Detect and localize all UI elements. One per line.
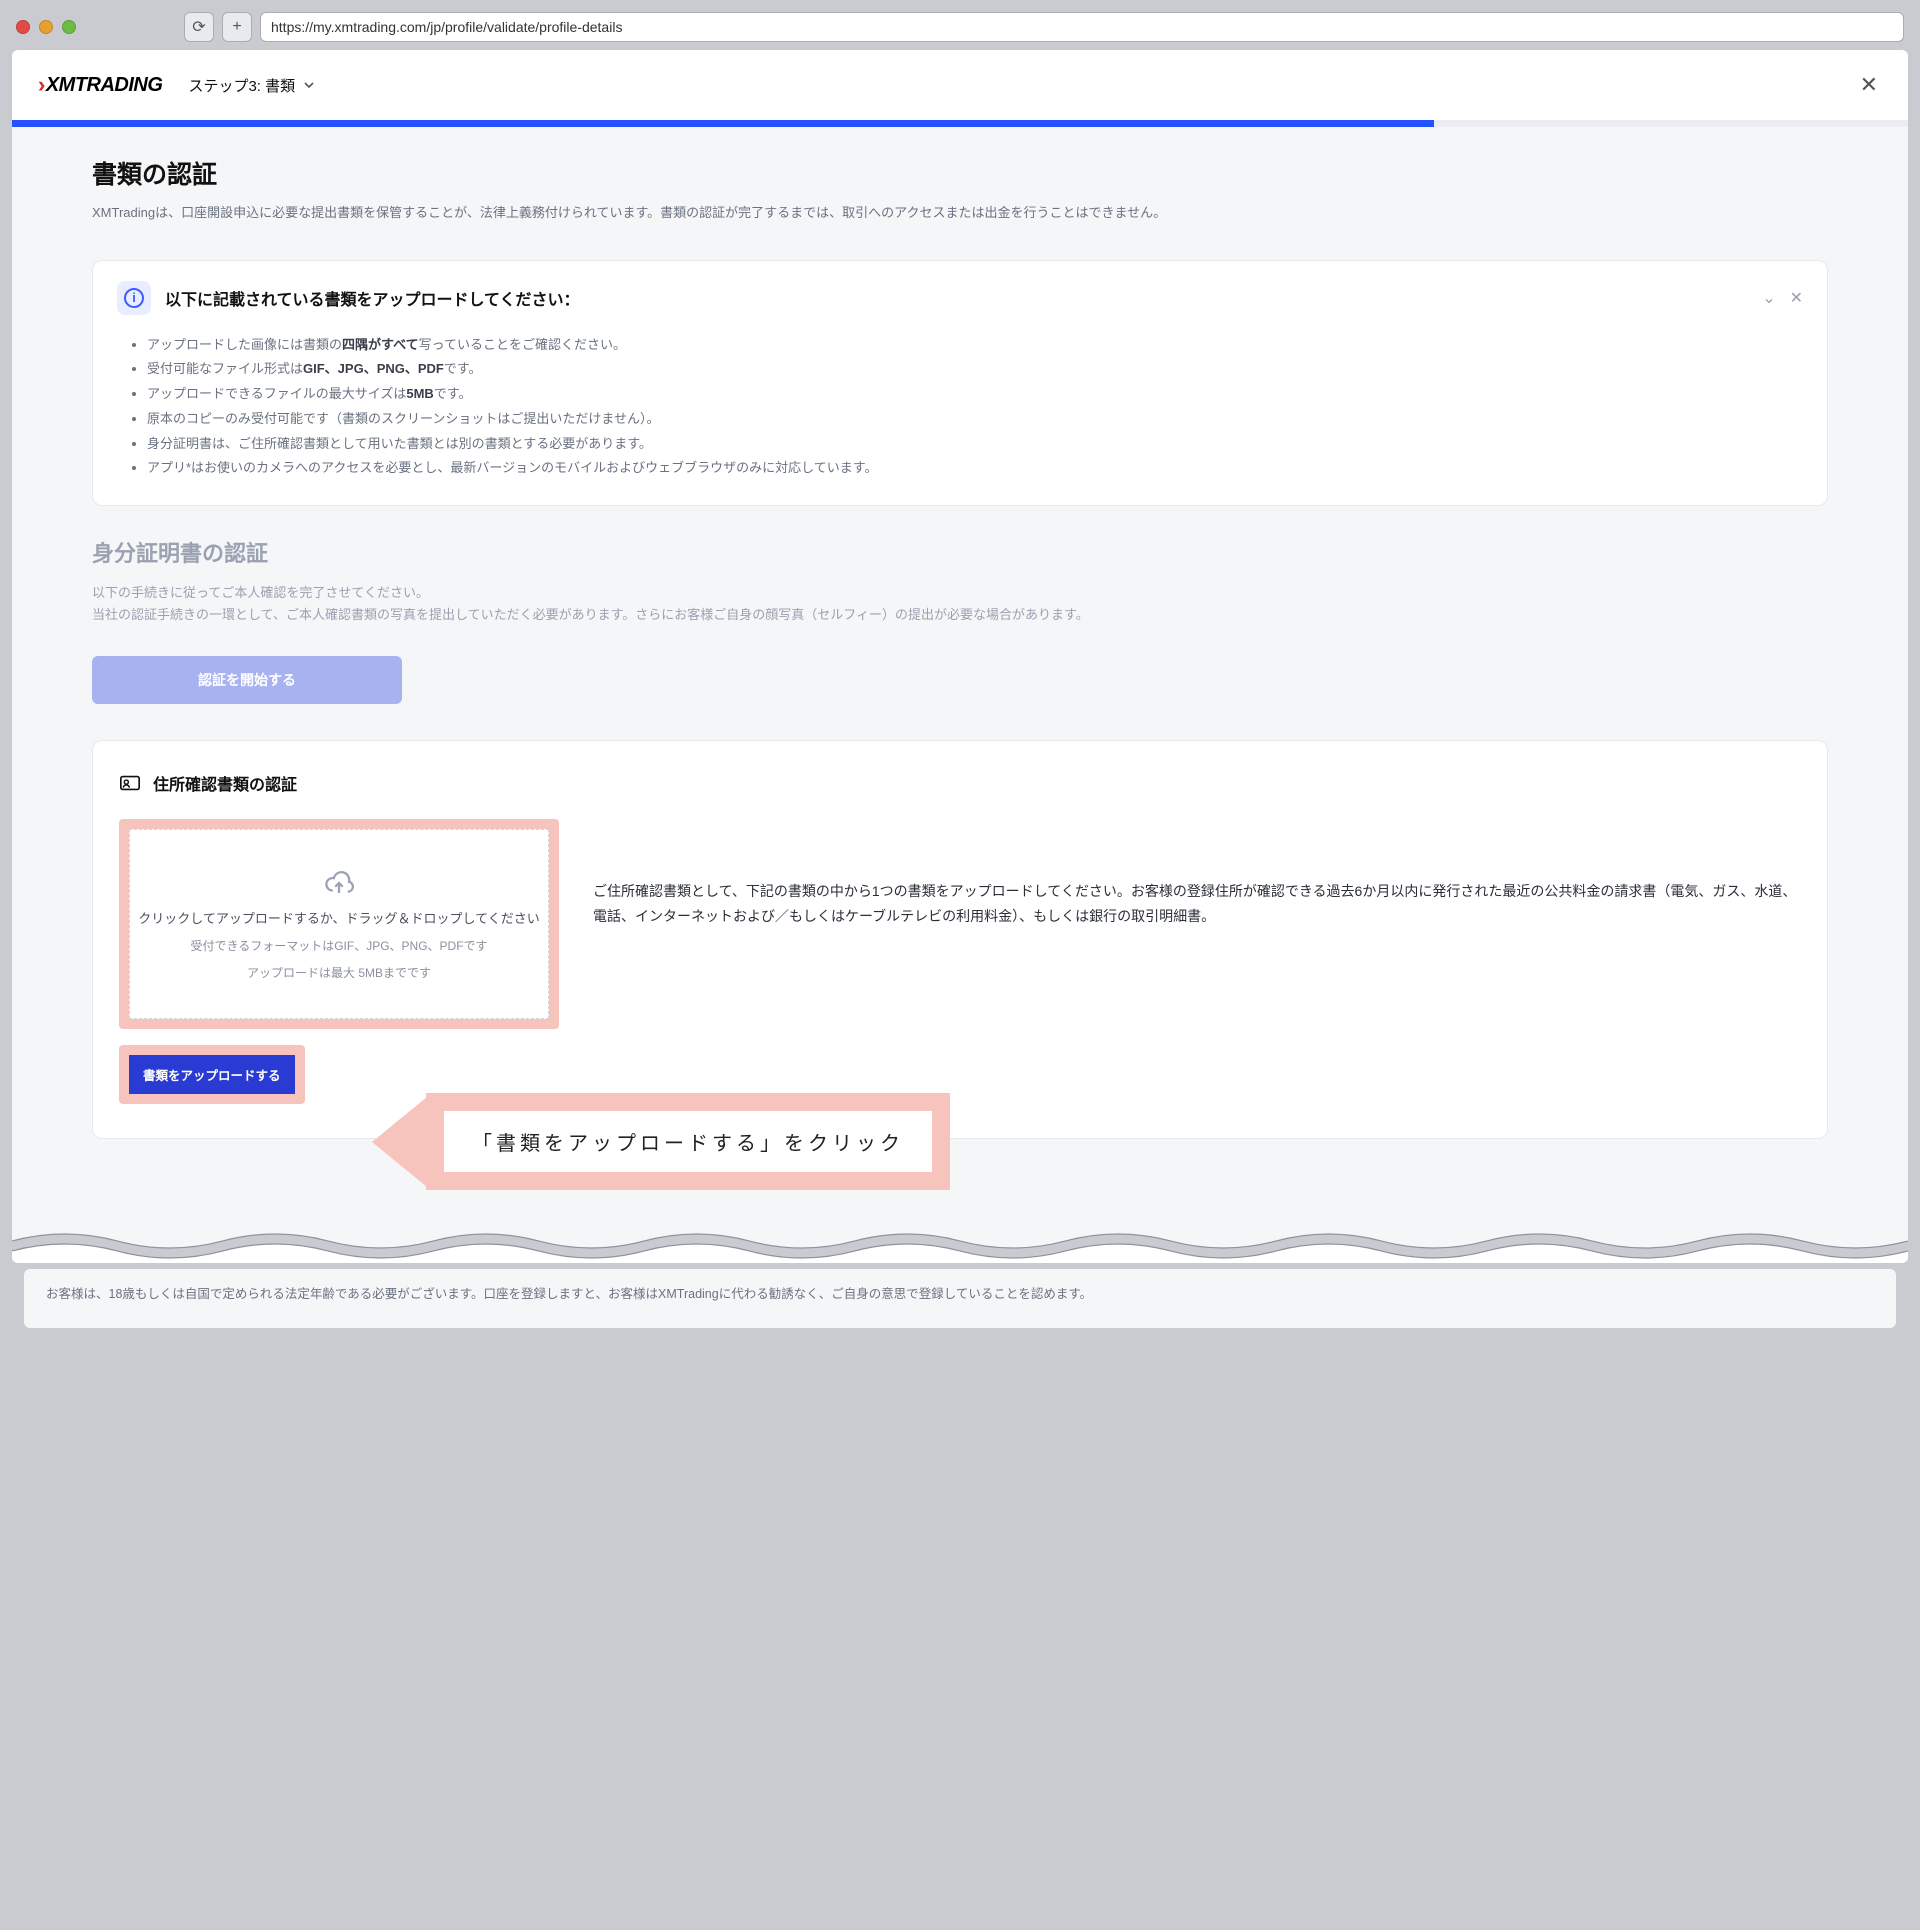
browser-chrome: ⟳ + <box>0 0 1920 50</box>
logo: › XMTRADING <box>38 72 162 98</box>
info-list-item: 身分証明書は、ご住所確認書類として用いた書類とは別の書類とする必要があります。 <box>147 432 1803 457</box>
info-list-item: アップロードした画像には書類の四隅がすべて写っていることをご確認ください。 <box>147 333 1803 358</box>
info-card-title: 以下に記載されている書類をアップロードしてください： <box>165 286 580 310</box>
upload-instruction: クリックしてアップロードするか、ドラッグ＆ドロップしてください <box>138 908 540 927</box>
info-list-item: アップロードできるファイルの最大サイズは5MBです。 <box>147 382 1803 407</box>
step-selector[interactable]: ステップ3: 書類 <box>188 75 315 96</box>
upload-maxsize: アップロードは最大 5MBまでです <box>247 964 431 981</box>
info-list: アップロードした画像には書類の四隅がすべて写っていることをご確認ください。受付可… <box>147 333 1803 481</box>
callout-arrow-icon <box>372 1097 427 1187</box>
info-list-item: 原本のコピーのみ受付可能です（書類のスクリーンショットはご提出いただけません）。 <box>147 407 1803 432</box>
info-icon: i <box>117 281 151 315</box>
app-window: › XMTRADING ステップ3: 書類 ✕ 書類の認証 XMTradingは… <box>12 50 1908 1263</box>
info-list-item: 受付可能なファイル形式はGIF、JPG、PNG、PDFです。 <box>147 357 1803 382</box>
upload-cloud-icon <box>324 868 354 898</box>
start-verification-button[interactable]: 認証を開始する <box>92 656 402 704</box>
step-label: ステップ3: 書類 <box>188 75 295 96</box>
logo-text: XMTRADING <box>46 74 163 97</box>
id-section-sub1: 以下の手続きに従ってご本人確認を完了させてください。 <box>92 582 1828 604</box>
maximize-window-icon[interactable] <box>62 20 76 34</box>
address-section-description: ご住所確認書類として、下記の書類の中から1つの書類をアップロードしてください。お… <box>593 819 1801 929</box>
upload-dropzone[interactable]: クリックしてアップロードするか、ドラッグ＆ドロップしてください 受付できるフォー… <box>129 829 549 1019</box>
upload-button-highlight: 書類をアップロードする <box>119 1045 305 1104</box>
new-tab-button[interactable]: + <box>222 12 252 42</box>
progress-bar <box>12 120 1908 127</box>
window-controls <box>16 20 76 34</box>
upload-formats: 受付できるフォーマットはGIF、JPG、PNG、PDFです <box>190 937 487 954</box>
id-section-title: 身分証明書の認証 <box>92 536 1828 568</box>
dismiss-icon[interactable]: ✕ <box>1790 288 1803 308</box>
footer-card: お客様は、18歳もしくは自国で定められる法定年齢である必要がございます。口座を登… <box>24 1269 1896 1328</box>
upload-document-button[interactable]: 書類をアップロードする <box>129 1055 295 1094</box>
id-section-subtitle: 以下の手続きに従ってご本人確認を完了させてください。 当社の認証手続きの一環とし… <box>92 582 1828 626</box>
chevron-down-icon <box>303 79 315 91</box>
close-button[interactable]: ✕ <box>1856 68 1882 102</box>
address-section-title: 住所確認書類の認証 <box>153 771 297 795</box>
app-header: › XMTRADING ステップ3: 書類 ✕ <box>12 50 1908 120</box>
address-bar[interactable] <box>260 12 1904 42</box>
page-subtitle: XMTradingは、口座開設申込に必要な提出書類を保管することが、法律上義務付… <box>92 203 1828 224</box>
page-title: 書類の認証 <box>92 155 1828 191</box>
minimize-window-icon[interactable] <box>39 20 53 34</box>
torn-edge-separator <box>12 1223 1908 1263</box>
logo-caret-icon: › <box>38 72 45 98</box>
id-section-sub2: 当社の認証手続きの一環として、ご本人確認書類の写真を提出していただく必要がありま… <box>92 604 1828 626</box>
reload-button[interactable]: ⟳ <box>184 12 214 42</box>
upload-dropzone-highlight: クリックしてアップロードするか、ドラッグ＆ドロップしてください 受付できるフォー… <box>119 819 559 1029</box>
footer-note: お客様は、18歳もしくは自国で定められる法定年齢である必要がございます。口座を登… <box>24 1269 1896 1328</box>
address-verification-card: 住所確認書類の認証 クリックしてアップロードするか、ドラッグ＆ドロップしてくださ… <box>92 740 1828 1139</box>
info-card: i 以下に記載されている書類をアップロードしてください： ⌄ ✕ アップロードし… <box>92 260 1828 506</box>
id-card-icon <box>119 772 141 794</box>
tutorial-callout: 「書類をアップロードする」をクリック <box>372 1093 950 1190</box>
callout-text: 「書類をアップロードする」をクリック <box>444 1111 932 1172</box>
info-list-item: アプリ*はお使いのカメラへのアクセスを必要とし、最新バージョンのモバイルおよびウ… <box>147 456 1803 481</box>
main-content: 書類の認証 XMTradingは、口座開設申込に必要な提出書類を保管することが、… <box>12 127 1908 1263</box>
progress-fill <box>12 120 1434 127</box>
collapse-icon[interactable]: ⌄ <box>1762 288 1775 308</box>
close-window-icon[interactable] <box>16 20 30 34</box>
